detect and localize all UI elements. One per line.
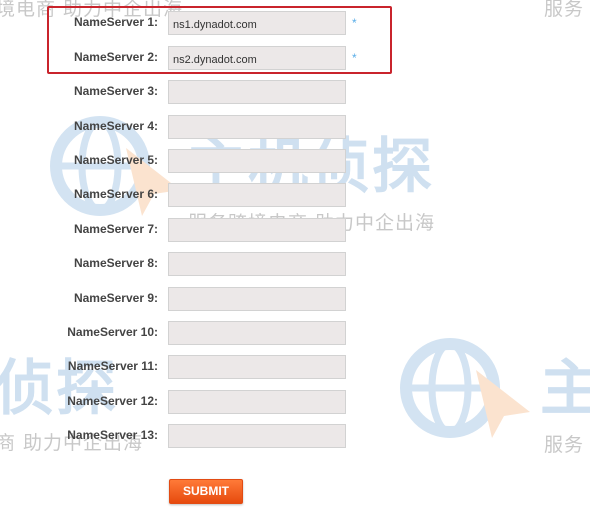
nameserver-row-12: NameServer 12: xyxy=(0,390,590,414)
nameserver-row-9: NameServer 9: xyxy=(0,287,590,311)
nameserver-label: NameServer 4: xyxy=(73,119,158,133)
nameserver-4-input[interactable] xyxy=(168,115,346,139)
nameserver-9-input[interactable] xyxy=(168,287,346,311)
nameserver-row-2: NameServer 2: * xyxy=(0,46,590,70)
nameserver-label: NameServer 12: xyxy=(67,394,158,408)
nameserver-row-4: NameServer 4: xyxy=(0,115,590,139)
nameserver-form: NameServer 1: * NameServer 2: * NameServ… xyxy=(0,0,590,508)
nameserver-8-input[interactable] xyxy=(168,252,346,276)
nameserver-row-10: NameServer 10: xyxy=(0,321,590,345)
required-asterisk: * xyxy=(352,51,357,65)
nameserver-row-11: NameServer 11: xyxy=(0,355,590,379)
nameserver-6-input[interactable] xyxy=(168,183,346,207)
nameserver-row-7: NameServer 7: xyxy=(0,218,590,242)
nameserver-12-input[interactable] xyxy=(168,390,346,414)
required-asterisk: * xyxy=(352,16,357,30)
nameserver-7-input[interactable] xyxy=(168,218,346,242)
nameserver-row-8: NameServer 8: xyxy=(0,252,590,276)
nameserver-label: NameServer 7: xyxy=(73,222,158,236)
nameserver-label: NameServer 10: xyxy=(67,325,158,339)
nameserver-10-input[interactable] xyxy=(168,321,346,345)
nameserver-row-1: NameServer 1: * xyxy=(0,11,590,35)
nameserver-label: NameServer 3: xyxy=(73,84,158,98)
nameserver-label: NameServer 5: xyxy=(73,153,158,167)
nameserver-label: NameServer 11: xyxy=(67,359,158,373)
nameserver-label: NameServer 6: xyxy=(73,187,158,201)
nameserver-11-input[interactable] xyxy=(168,355,346,379)
nameserver-1-input[interactable] xyxy=(168,11,346,35)
nameserver-label: NameServer 1: xyxy=(73,15,158,29)
nameserver-row-13: NameServer 13: xyxy=(0,424,590,448)
nameserver-label: NameServer 2: xyxy=(73,50,158,64)
nameserver-label: NameServer 9: xyxy=(73,291,158,305)
nameserver-13-input[interactable] xyxy=(168,424,346,448)
nameserver-row-6: NameServer 6: xyxy=(0,183,590,207)
nameserver-label: NameServer 8: xyxy=(73,256,158,270)
nameserver-row-5: NameServer 5: xyxy=(0,149,590,173)
nameserver-3-input[interactable] xyxy=(168,80,346,104)
nameserver-row-3: NameServer 3: xyxy=(0,80,590,104)
nameserver-2-input[interactable] xyxy=(168,46,346,70)
submit-button[interactable]: SUBMIT xyxy=(169,479,243,504)
nameserver-5-input[interactable] xyxy=(168,149,346,173)
nameserver-label: NameServer 13: xyxy=(67,428,158,442)
